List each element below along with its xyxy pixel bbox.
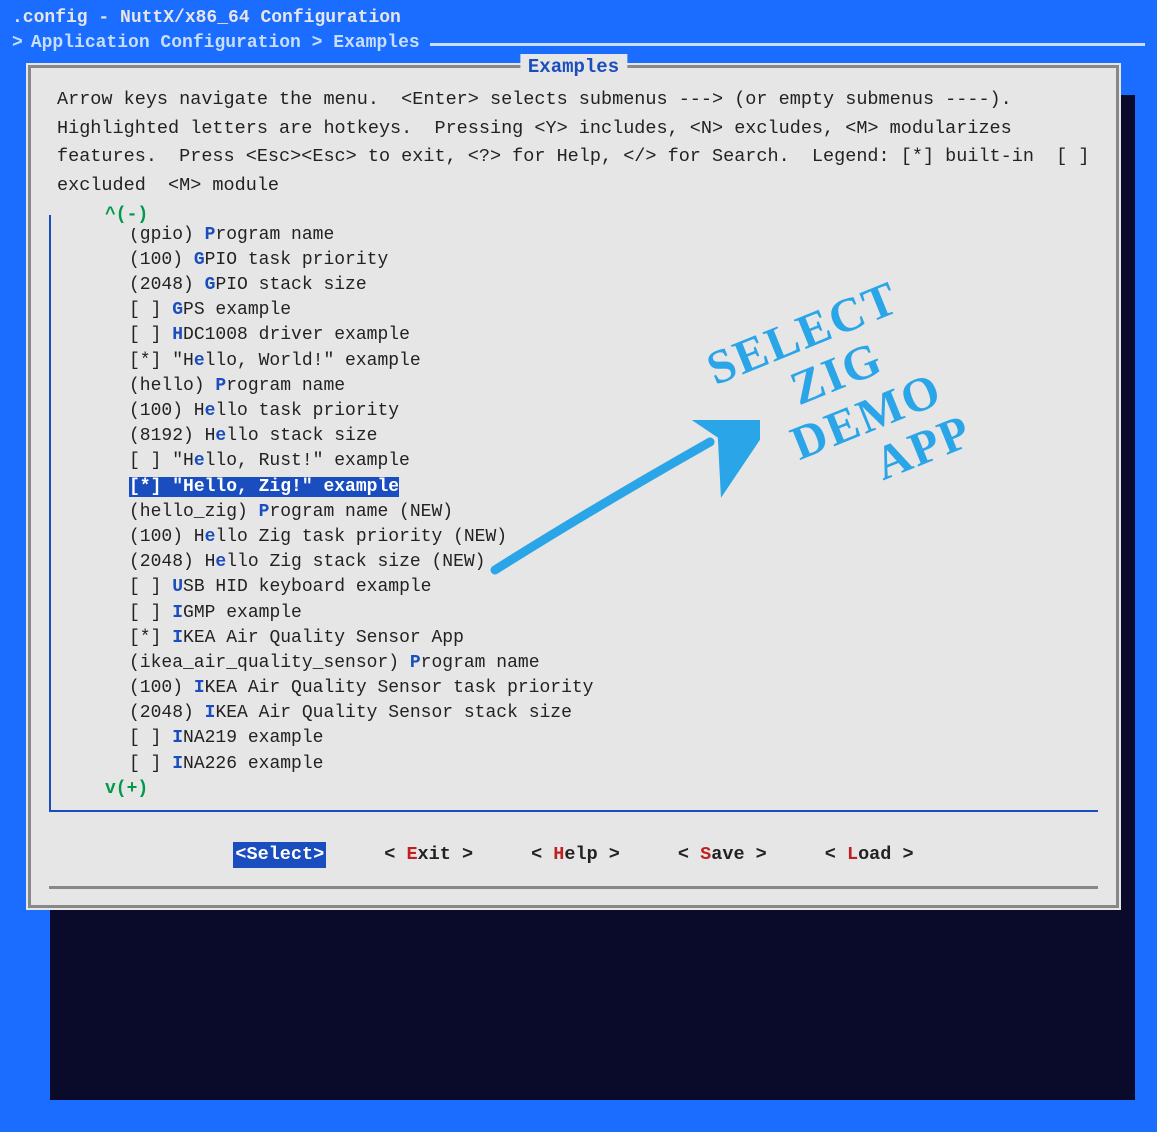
menuconfig-screen: .config - NuttX/x86_64 Configuration > A… bbox=[0, 0, 1157, 1132]
menu-item[interactable]: (ikea_air_quality_sensor) Program name bbox=[51, 651, 1098, 676]
scroll-down-icon[interactable]: v(+) bbox=[51, 777, 1098, 802]
help-button[interactable]: < Help > bbox=[531, 842, 620, 868]
menu-item[interactable]: (2048) IKEA Air Quality Sensor stack siz… bbox=[51, 701, 1098, 726]
menu-item[interactable]: (100) GPIO task priority bbox=[51, 248, 1098, 273]
scroll-up-icon[interactable]: ^(-) bbox=[101, 203, 152, 228]
menu-item[interactable]: [ ] GPS example bbox=[51, 298, 1098, 323]
menu-item[interactable]: [ ] IGMP example bbox=[51, 601, 1098, 626]
exit-button[interactable]: < Exit > bbox=[384, 842, 473, 868]
menu-item[interactable]: [ ] INA219 example bbox=[51, 726, 1098, 751]
menu-item[interactable]: [ ] INA226 example bbox=[51, 752, 1098, 777]
button-bar: <Select> < Exit > < Help > < Save > < Lo… bbox=[31, 820, 1116, 880]
help-text: Arrow keys navigate the menu. <Enter> se… bbox=[31, 68, 1116, 211]
breadcrumb-line bbox=[430, 43, 1145, 46]
menu-item[interactable]: (gpio) Program name bbox=[51, 223, 1098, 248]
menu-item[interactable]: [ ] HDC1008 driver example bbox=[51, 323, 1098, 348]
menu-item[interactable]: [*] "Hello, World!" example bbox=[51, 349, 1098, 374]
save-button[interactable]: < Save > bbox=[678, 842, 767, 868]
dialog-title: Examples bbox=[520, 54, 627, 81]
annotation-arrow-icon bbox=[480, 420, 760, 590]
prompt-icon: > bbox=[12, 31, 23, 56]
menu-item[interactable]: (hello) Program name bbox=[51, 374, 1098, 399]
select-button[interactable]: <Select> bbox=[233, 842, 326, 868]
window-title: .config - NuttX/x86_64 Configuration bbox=[0, 0, 1157, 31]
load-button[interactable]: < Load > bbox=[825, 842, 914, 868]
bottom-border bbox=[49, 886, 1098, 889]
menu-item[interactable]: (2048) GPIO stack size bbox=[51, 273, 1098, 298]
menu-item[interactable]: [*] IKEA Air Quality Sensor App bbox=[51, 626, 1098, 651]
breadcrumb-text: Application Configuration > Examples bbox=[31, 31, 420, 56]
menu-item[interactable]: (100) IKEA Air Quality Sensor task prior… bbox=[51, 676, 1098, 701]
